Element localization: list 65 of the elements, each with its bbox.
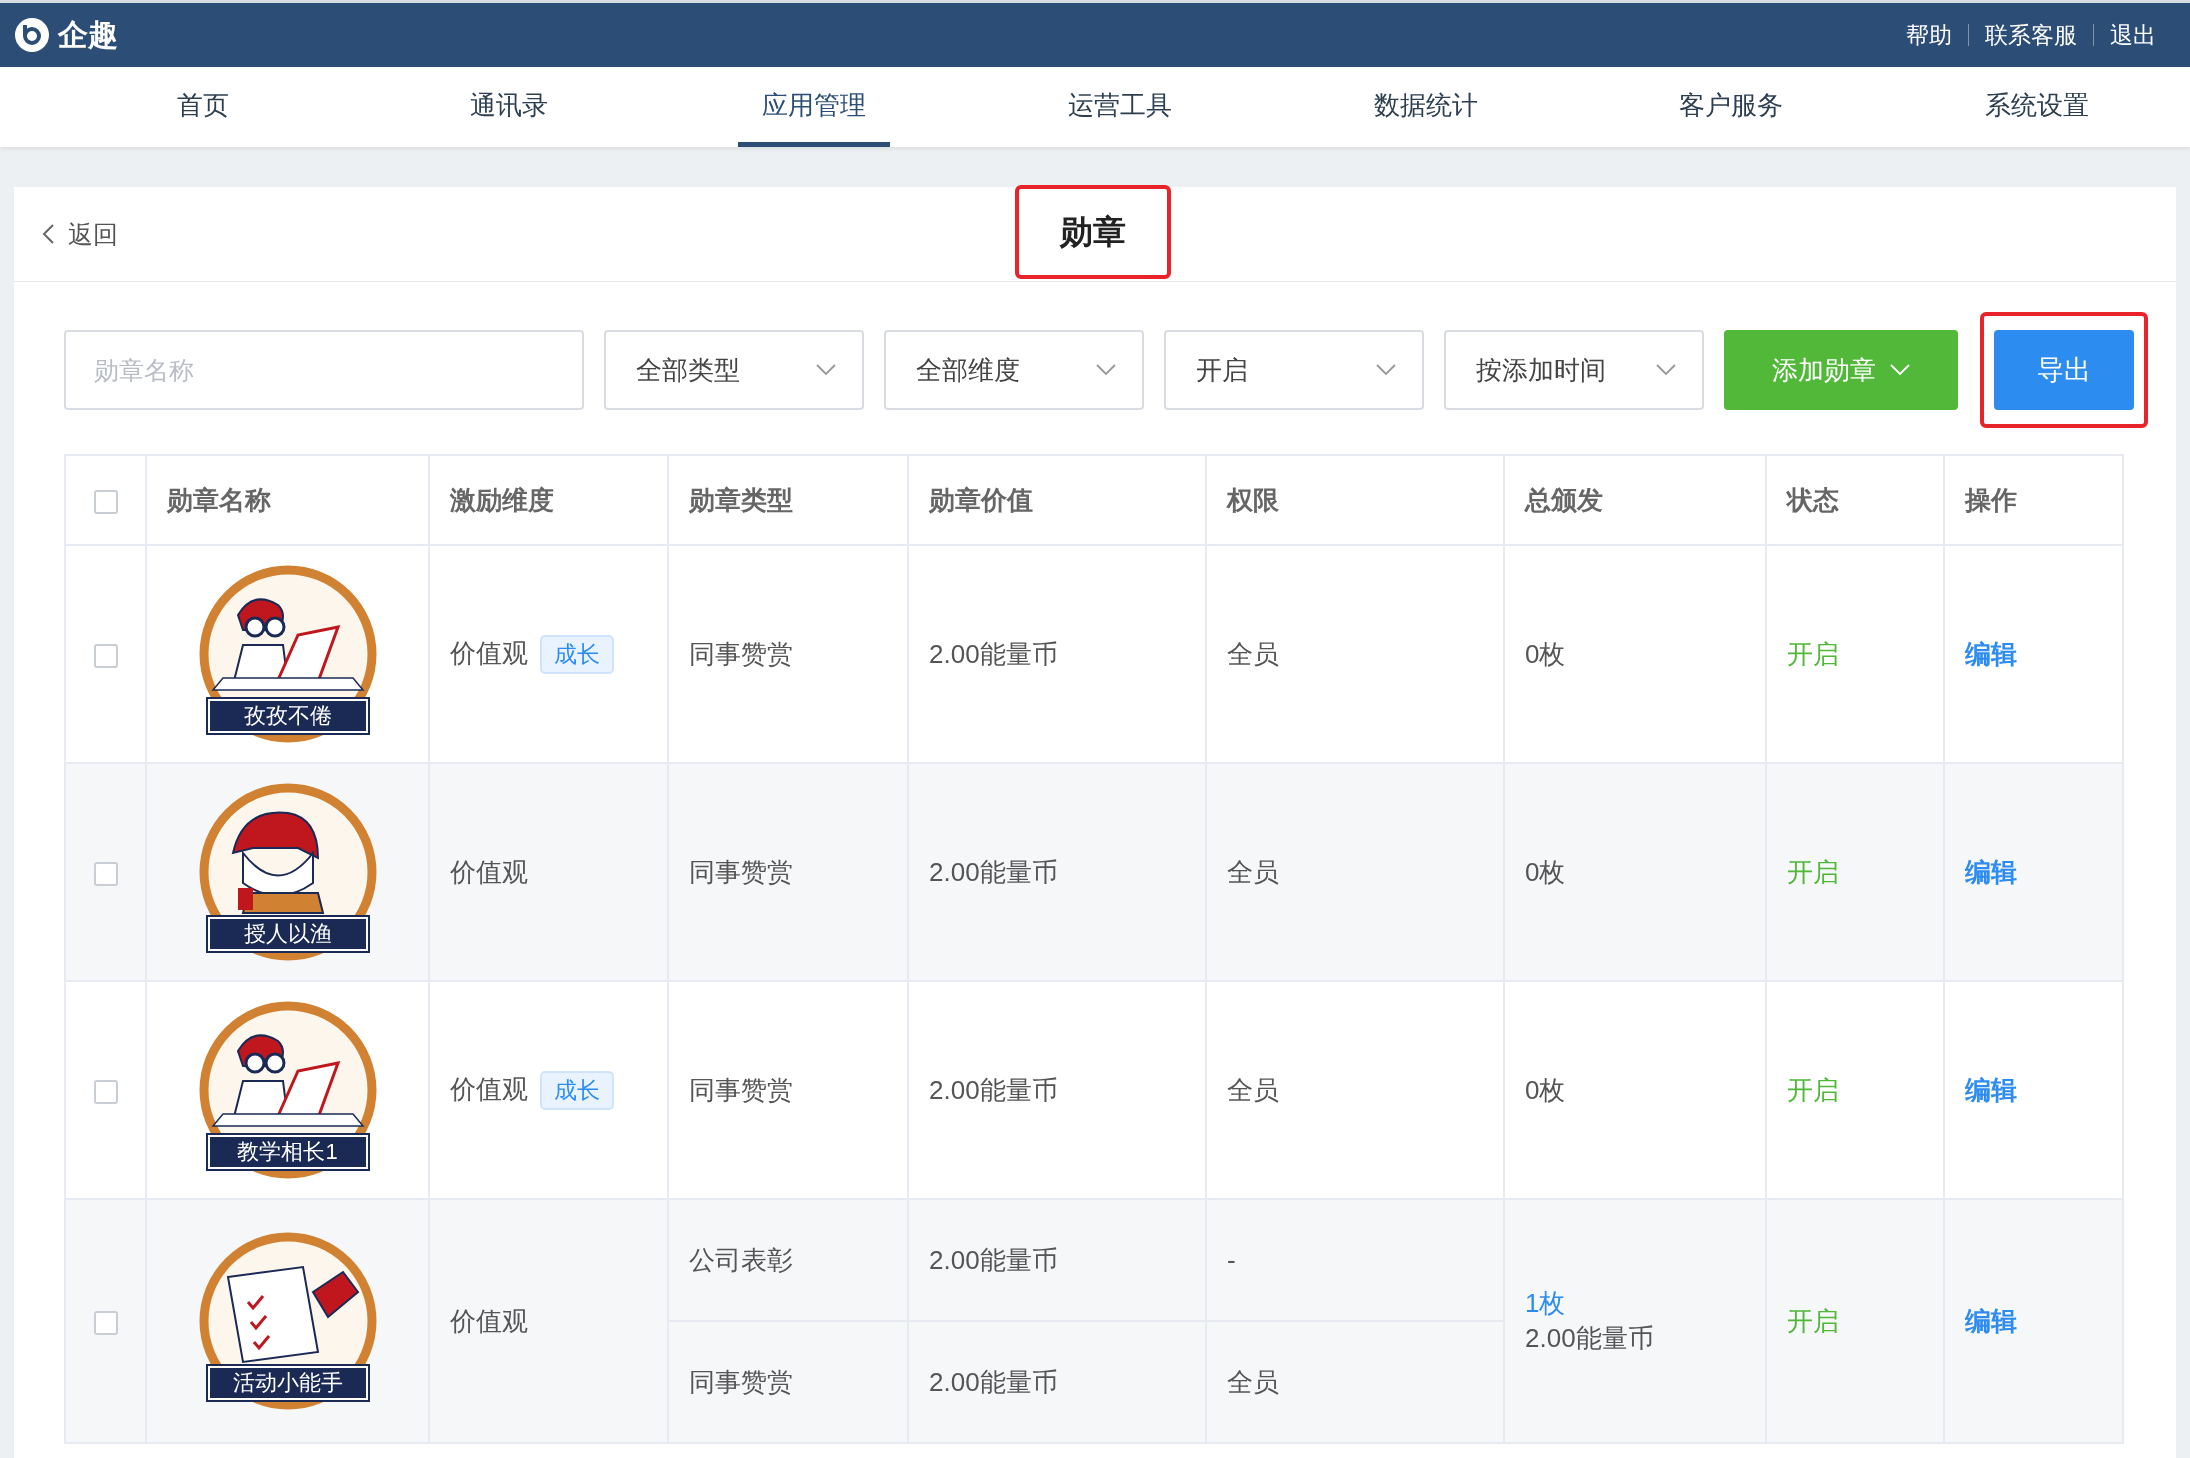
chevron-down-icon: [1656, 364, 1676, 376]
chevron-down-icon: [1096, 364, 1116, 376]
table-cell: 全员: [1206, 763, 1504, 981]
column-header: 勋章类型: [668, 455, 908, 545]
column-header: 激励维度: [429, 455, 668, 545]
chevron-down-icon: [1376, 364, 1396, 376]
column-header: 勋章名称: [146, 455, 429, 545]
page-title: 勋章: [1060, 211, 1126, 252]
table-cell: 全员: [1206, 1321, 1504, 1443]
header-link[interactable]: 帮助: [1890, 19, 1968, 51]
nav-tab[interactable]: 应用管理: [661, 67, 968, 147]
header-link[interactable]: 联系客服: [1969, 19, 2093, 51]
table-cell: 同事赞赏: [668, 1321, 908, 1443]
status-text: 开启: [1787, 638, 1839, 669]
status-text: 开启: [1787, 856, 1839, 887]
column-header: 状态: [1766, 455, 1944, 545]
table-cell: 价值观: [450, 637, 528, 668]
filter-dropdown[interactable]: 全部维度: [884, 330, 1144, 410]
tag: 成长: [540, 634, 614, 674]
table-cell: 0枚: [1525, 856, 1566, 887]
nav-tab[interactable]: 客户服务: [1578, 67, 1885, 147]
table-cell: 公司表彰: [668, 1199, 908, 1321]
checkbox[interactable]: [93, 489, 118, 514]
filter-dropdown[interactable]: 开启: [1164, 330, 1424, 410]
checkbox[interactable]: [93, 1310, 118, 1335]
chevron-left-icon: [42, 224, 54, 244]
chevron-down-icon: [816, 364, 836, 376]
table-cell: 2.00能量币: [1525, 1323, 1654, 1353]
table-cell: 价值观: [450, 856, 528, 887]
column-header: 总颁发: [1504, 455, 1766, 545]
chevron-down-icon: [1890, 364, 1910, 376]
brand-name: 企趣: [58, 16, 118, 53]
table-cell: 2.00能量币: [908, 1199, 1206, 1321]
column-header: 操作: [1944, 455, 2123, 545]
nav-tab[interactable]: 数据统计: [1272, 67, 1579, 147]
filter-dropdown[interactable]: 全部类型: [604, 330, 864, 410]
table-cell: 价值观: [450, 1073, 528, 1104]
table-cell: 价值观: [450, 1305, 528, 1336]
table-cell: -: [1206, 1199, 1504, 1321]
nav-tab[interactable]: 首页: [50, 67, 356, 147]
back-link[interactable]: 返回: [42, 217, 118, 251]
filter-dropdown[interactable]: 按添加时间: [1444, 330, 1704, 410]
logo-icon: [14, 17, 50, 53]
table-cell: 同事赞赏: [668, 763, 908, 981]
badge-caption: 教学相长1: [207, 1135, 368, 1169]
tag: 成长: [540, 1070, 614, 1110]
badge-caption: 授人以渔: [207, 917, 368, 951]
nav-tab[interactable]: 通讯录: [355, 67, 662, 147]
table-cell: 2.00能量币: [908, 763, 1206, 981]
nav-tab[interactable]: 运营工具: [967, 67, 1273, 147]
checkbox[interactable]: [93, 643, 118, 668]
badge-caption: 孜孜不倦: [207, 699, 368, 733]
status-text: 开启: [1787, 1305, 1839, 1336]
status-text: 开启: [1787, 1074, 1839, 1105]
checkbox[interactable]: [93, 861, 118, 886]
search-field[interactable]: 勋章名称: [64, 330, 584, 410]
checkbox[interactable]: [93, 1079, 118, 1104]
nav-tab[interactable]: 系统设置: [1884, 67, 2190, 147]
badge-caption: 活动小能手: [207, 1366, 368, 1400]
table-cell: 2.00能量币: [908, 1321, 1206, 1443]
header-link[interactable]: 退出: [2094, 19, 2172, 51]
column-header: 权限: [1206, 455, 1504, 545]
table-cell: 0枚: [1525, 1074, 1566, 1105]
table-cell: 0枚: [1525, 638, 1566, 669]
column-header: 勋章价值: [908, 455, 1206, 545]
